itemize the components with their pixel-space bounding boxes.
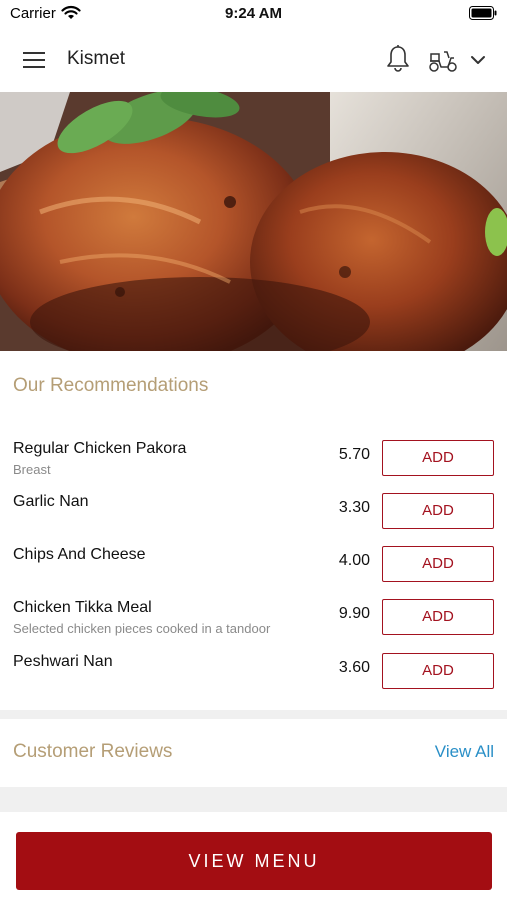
status-bar: Carrier 9:24 AM <box>0 0 507 28</box>
item-price: 5.70 <box>338 446 370 463</box>
item-name: Garlic Nan <box>13 493 89 510</box>
menu-item: Peshwari Nan 3.60 ADD <box>0 653 507 703</box>
add-button[interactable]: ADD <box>382 440 494 476</box>
reviews-title: Customer Reviews <box>13 741 173 762</box>
item-name: Regular Chicken Pakora <box>13 440 187 457</box>
section-divider <box>0 710 507 719</box>
battery-icon <box>469 6 497 24</box>
menu-item: Garlic Nan 3.30 ADD <box>0 493 507 543</box>
add-button[interactable]: ADD <box>382 546 494 582</box>
item-name: Peshwari Nan <box>13 653 113 670</box>
item-description: Selected chicken pieces cooked in a tand… <box>13 621 271 636</box>
view-menu-button[interactable]: VIEW MENU <box>16 832 492 890</box>
item-price: 9.90 <box>338 605 370 622</box>
hero-food-image <box>0 92 507 351</box>
add-button[interactable]: ADD <box>382 599 494 635</box>
section-divider <box>0 787 507 812</box>
page-title: Kismet <box>67 48 126 69</box>
add-button[interactable]: ADD <box>382 653 494 689</box>
menu-item: Regular Chicken Pakora Breast 5.70 ADD <box>0 440 507 490</box>
item-price: 3.30 <box>338 499 370 516</box>
app-header: Kismet <box>0 28 507 92</box>
menu-icon[interactable] <box>20 47 48 73</box>
chevron-down-icon[interactable] <box>468 50 488 70</box>
menu-item: Chicken Tikka Meal Selected chicken piec… <box>0 599 507 649</box>
menu-item: Chips And Cheese 4.00 ADD <box>0 546 507 596</box>
item-name: Chicken Tikka Meal <box>13 599 152 616</box>
bell-icon[interactable] <box>384 44 412 74</box>
item-description: Breast <box>13 462 51 477</box>
recommendations-title: Our Recommendations <box>13 375 209 396</box>
add-button[interactable]: ADD <box>382 493 494 529</box>
scooter-icon[interactable] <box>427 46 459 74</box>
status-time: 9:24 AM <box>225 5 282 22</box>
view-all-link[interactable]: View All <box>435 742 494 762</box>
item-name: Chips And Cheese <box>13 546 146 563</box>
item-price: 3.60 <box>338 659 370 676</box>
bottom-bar: VIEW MENU <box>0 812 507 900</box>
item-price: 4.00 <box>338 552 370 569</box>
